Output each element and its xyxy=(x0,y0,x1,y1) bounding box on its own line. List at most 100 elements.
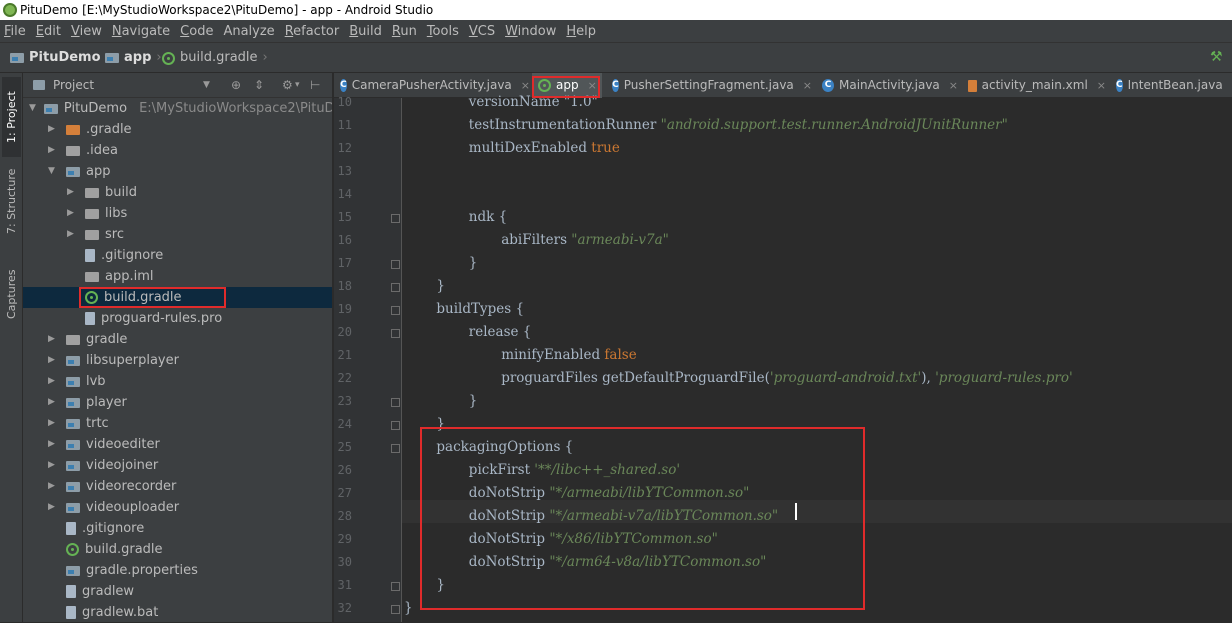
chevron-down-icon[interactable]: ▼ xyxy=(203,73,210,98)
tree-item[interactable]: ▶videoediter xyxy=(23,434,332,455)
close-tab-icon[interactable]: × xyxy=(1097,73,1106,98)
code-line[interactable]: pickFirst '**/libc++_shared.so' xyxy=(469,462,680,478)
code-line[interactable]: release { xyxy=(469,324,532,340)
close-tab-icon[interactable]: × xyxy=(949,73,958,98)
collapse-arrow-icon[interactable]: ▶ xyxy=(48,497,58,518)
editor-tab[interactable]: CPusherSettingFragment.java× xyxy=(606,73,812,98)
collapse-arrow-icon[interactable]: ▶ xyxy=(67,224,77,245)
tree-item[interactable]: ▼PituDemoE:\MyStudioWorkspace2\PituDemo xyxy=(23,98,332,119)
collapse-arrow-icon[interactable]: ▶ xyxy=(48,455,58,476)
code-line[interactable]: } xyxy=(469,255,478,271)
tree-item[interactable]: ▶player xyxy=(23,392,332,413)
menu-tools[interactable]: Tools xyxy=(427,24,459,39)
fold-marker-icon[interactable] xyxy=(391,329,400,338)
tree-item[interactable]: build.gradle xyxy=(23,287,332,308)
editor-tab[interactable]: CIntentBean.java× xyxy=(1110,73,1232,98)
collapse-arrow-icon[interactable]: ▶ xyxy=(48,392,58,413)
editor-tab[interactable]: activity_main.xml× xyxy=(962,73,1106,98)
fold-marker-icon[interactable] xyxy=(391,605,400,614)
code-line[interactable]: } xyxy=(436,577,445,593)
collapse-arrow-icon[interactable]: ▶ xyxy=(67,182,77,203)
collapse-arrow-icon[interactable]: ▶ xyxy=(48,476,58,497)
expand-arrow-icon[interactable]: ▼ xyxy=(48,161,58,182)
code-line[interactable]: minifyEnabled false xyxy=(501,347,637,363)
tree-item[interactable]: build.gradle xyxy=(23,539,332,560)
code-line[interactable]: versionName "1.0" xyxy=(469,94,598,110)
tree-item[interactable]: ▶.gradle xyxy=(23,119,332,140)
code-line[interactable]: abiFilters "armeabi-v7a" xyxy=(501,232,669,248)
tree-item[interactable]: .gitignore xyxy=(23,518,332,539)
menu-view[interactable]: View xyxy=(71,24,102,39)
tree-item[interactable]: gradle.properties xyxy=(23,560,332,581)
code-line[interactable]: doNotStrip "*/armeabi/libYTCommon.so" xyxy=(469,485,750,501)
code-line[interactable]: buildTypes { xyxy=(436,301,524,317)
code-line[interactable]: ndk { xyxy=(469,209,507,225)
menu-help[interactable]: Help xyxy=(566,24,596,39)
tree-item[interactable]: gradlew.bat xyxy=(23,602,332,623)
breadcrumb-project[interactable]: PituDemo › xyxy=(10,43,111,73)
project-tool-tab[interactable]: 1: Project xyxy=(2,77,21,157)
collapse-arrow-icon[interactable]: ▶ xyxy=(48,119,58,140)
tree-item[interactable]: ▶videouploader xyxy=(23,497,332,518)
menu-run[interactable]: Run xyxy=(392,24,417,39)
close-tab-icon[interactable]: × xyxy=(803,73,812,98)
breadcrumb-module[interactable]: app › xyxy=(105,43,162,73)
tree-item[interactable]: ▶src xyxy=(23,224,332,245)
collapse-arrow-icon[interactable]: ▶ xyxy=(48,434,58,455)
tree-item[interactable]: ▶libsuperplayer xyxy=(23,350,332,371)
code-editor[interactable]: 1011121314151617181920212223242526272829… xyxy=(334,98,1232,622)
tree-item[interactable]: gradlew xyxy=(23,581,332,602)
code-line[interactable]: packagingOptions { xyxy=(436,439,573,455)
tree-item[interactable]: ▶lvb xyxy=(23,371,332,392)
collapse-arrow-icon[interactable]: ▶ xyxy=(48,329,58,350)
build-hammer-icon[interactable]: ⚒ xyxy=(1210,50,1224,64)
gear-dropdown-icon[interactable]: ▾ xyxy=(295,73,300,98)
tree-item[interactable]: ▶.idea xyxy=(23,140,332,161)
gear-icon[interactable]: ⚙ xyxy=(282,73,293,98)
tree-item[interactable]: .gitignore xyxy=(23,245,332,266)
tree-item[interactable]: ▶videojoiner xyxy=(23,455,332,476)
collapse-arrow-icon[interactable]: ▶ xyxy=(48,413,58,434)
collapse-all-icon[interactable]: ⇕ xyxy=(254,73,264,98)
tree-item[interactable]: ▶gradle xyxy=(23,329,332,350)
tree-item[interactable]: ▶build xyxy=(23,182,332,203)
menu-refactor[interactable]: Refactor xyxy=(285,24,340,39)
fold-marker-icon[interactable] xyxy=(391,283,400,292)
tree-item[interactable]: ▶trtc xyxy=(23,413,332,434)
fold-marker-icon[interactable] xyxy=(391,398,400,407)
code-line[interactable]: doNotStrip "*/arm64-v8a/libYTCommon.so" xyxy=(469,554,767,570)
tree-item[interactable]: ▶videorecorder xyxy=(23,476,332,497)
hide-panel-icon[interactable]: ⊢ xyxy=(310,73,320,98)
code-line[interactable]: } xyxy=(436,278,445,294)
code-line[interactable]: } xyxy=(436,416,445,432)
menu-analyze[interactable]: Analyze xyxy=(223,24,274,39)
structure-tool-tab[interactable]: 7: Structure xyxy=(2,165,21,237)
captures-tool-tab[interactable]: Captures xyxy=(2,263,21,325)
fold-marker-icon[interactable] xyxy=(391,260,400,269)
project-view-selector[interactable]: Project xyxy=(53,73,94,98)
tree-item[interactable]: proguard-rules.pro xyxy=(23,308,332,329)
menu-edit[interactable]: Edit xyxy=(36,24,61,39)
expand-arrow-icon[interactable]: ▼ xyxy=(29,98,36,119)
code-line[interactable]: } xyxy=(404,600,413,616)
menu-file[interactable]: File xyxy=(4,24,26,39)
collapse-arrow-icon[interactable]: ▶ xyxy=(48,140,58,161)
fold-marker-icon[interactable] xyxy=(391,306,400,315)
code-line[interactable]: doNotStrip "*/armeabi-v7a/libYTCommon.so… xyxy=(469,508,778,524)
code-line[interactable]: doNotStrip "*/x86/libYTCommon.so" xyxy=(469,531,718,547)
code-line[interactable]: multiDexEnabled true xyxy=(469,140,620,156)
editor-tab[interactable]: CMainActivity.java× xyxy=(816,73,958,98)
code-line[interactable]: testInstrumentationRunner "android.suppo… xyxy=(469,117,1008,133)
code-line[interactable]: proguardFiles getDefaultProguardFile('pr… xyxy=(501,370,1073,386)
collapse-arrow-icon[interactable]: ▶ xyxy=(48,371,58,392)
scroll-from-source-icon[interactable]: ⊕ xyxy=(231,73,241,98)
tree-item[interactable]: app.iml xyxy=(23,266,332,287)
fold-marker-icon[interactable] xyxy=(391,444,400,453)
fold-marker-icon[interactable] xyxy=(391,582,400,591)
menu-navigate[interactable]: Navigate xyxy=(112,24,170,39)
fold-marker-icon[interactable] xyxy=(391,421,400,430)
fold-marker-icon[interactable] xyxy=(391,214,400,223)
menu-window[interactable]: Window xyxy=(505,24,556,39)
code-line[interactable]: } xyxy=(469,393,478,409)
menu-code[interactable]: Code xyxy=(180,24,213,39)
